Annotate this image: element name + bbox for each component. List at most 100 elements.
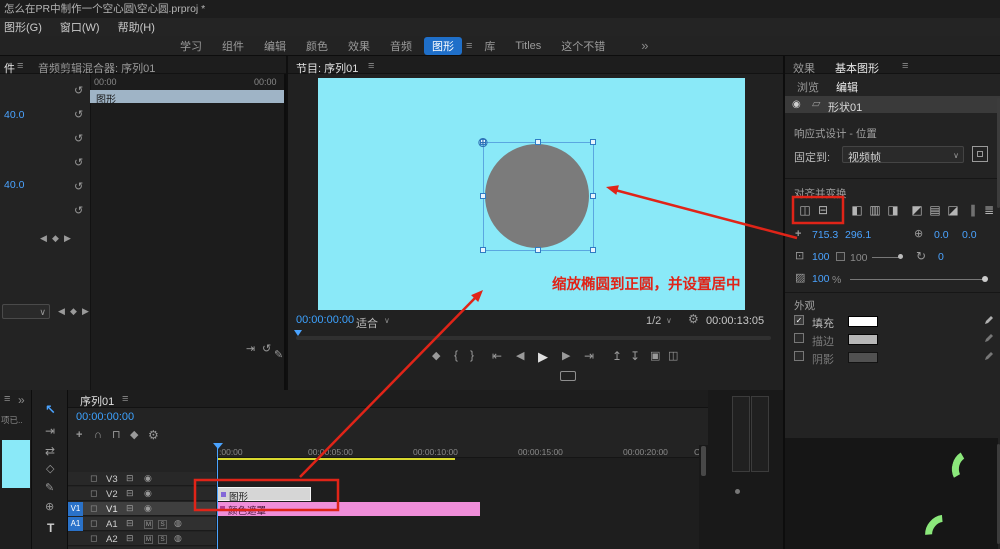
nest-toggle-icon[interactable]: + — [76, 430, 82, 441]
menu-graphics[interactable]: 图形(G) — [4, 19, 42, 35]
uniform-scale-checkbox[interactable] — [836, 252, 845, 261]
voiceover-mic-icon[interactable]: ◍ — [174, 534, 182, 543]
scale-linked-value[interactable]: 100 — [850, 252, 868, 264]
sync-lock-icon[interactable]: ⊟ — [126, 504, 134, 513]
mark-in-icon[interactable]: { — [454, 349, 458, 361]
tab-program-monitor[interactable]: 节目: 序列01 — [296, 60, 358, 76]
opacity-value[interactable]: 100 — [812, 274, 830, 285]
source-patch[interactable] — [68, 487, 83, 501]
align-vertical-center-button[interactable]: ⊟ — [815, 202, 831, 218]
panel-menu-icon[interactable]: ≡ — [902, 60, 908, 72]
workspace-tab-assembly[interactable]: 组件 — [214, 37, 252, 55]
pin-to-edges-icon[interactable] — [972, 146, 988, 162]
layer-visibility-eye-icon[interactable]: ◉ — [792, 99, 801, 110]
panel-menu-icon[interactable]: ≡ — [17, 60, 23, 72]
type-tool-icon[interactable]: T — [47, 521, 54, 535]
track-name[interactable]: V1 — [106, 504, 118, 515]
position-x-value[interactable]: 715.3 — [812, 230, 838, 241]
panel-overflow-icon[interactable]: » — [18, 393, 25, 407]
track-select-tool-icon[interactable]: ⇥ — [45, 425, 55, 437]
shadow-color-swatch[interactable] — [848, 352, 878, 363]
opacity-slider-knob[interactable] — [982, 276, 988, 282]
ripple-edit-tool-icon[interactable]: ⇄ — [45, 445, 55, 457]
track-name[interactable]: V3 — [106, 474, 118, 485]
scrollbar-thumb[interactable] — [701, 446, 706, 476]
selection-handle[interactable] — [480, 193, 486, 199]
param-value-1[interactable]: 40.0 — [4, 110, 24, 121]
align-center-button[interactable]: ▥ — [867, 202, 883, 218]
tab-effect-controls[interactable]: 件 — [4, 60, 15, 76]
workspace-overflow-icon[interactable]: » — [641, 38, 648, 53]
track-lock-icon[interactable]: ◻ — [90, 489, 97, 498]
track-visibility-eye-icon[interactable]: ◉ — [144, 489, 152, 498]
reset-param-icon[interactable]: ↺ — [74, 206, 83, 217]
keyframe-add-icon[interactable]: ◆ — [52, 234, 59, 243]
distribute-vertical-button[interactable]: ≣ — [981, 202, 997, 218]
align-right-button[interactable]: ◨ — [885, 202, 901, 218]
align-horizontal-center-button[interactable]: ◫ — [797, 202, 813, 218]
comparison-view-icon[interactable]: ◫ — [668, 351, 678, 362]
workspace-tab-graphics[interactable]: 图形 — [424, 36, 462, 55]
pin-to-dropdown[interactable]: 视频帧 ∨ — [842, 146, 964, 164]
keyframe-next-icon[interactable]: ▶ — [82, 307, 89, 316]
chevron-down-icon[interactable]: ∨ — [384, 316, 390, 325]
anchor-y-value[interactable]: 0.0 — [962, 230, 977, 241]
razor-tool-icon[interactable]: ◇ — [46, 464, 54, 475]
sync-lock-icon[interactable]: ⊟ — [126, 534, 134, 543]
reset-param-icon[interactable]: ↺ — [74, 86, 83, 97]
zoom-level-dropdown[interactable]: 适合 — [356, 315, 378, 331]
reset-param-icon[interactable]: ↺ — [74, 158, 83, 169]
selection-bounding-box[interactable] — [483, 142, 594, 251]
linked-selection-icon[interactable]: ⊓ — [112, 430, 121, 441]
program-playhead[interactable] — [294, 330, 302, 336]
shadow-checkbox[interactable] — [794, 351, 804, 361]
add-marker-icon[interactable]: ◆ — [130, 430, 138, 441]
workspace-tab-effects[interactable]: 效果 — [340, 37, 378, 55]
track-lock-icon[interactable]: ◻ — [90, 474, 97, 483]
source-patch[interactable] — [68, 472, 83, 486]
mute-button[interactable]: M — [144, 520, 153, 529]
tab-effects[interactable]: 效果 — [793, 60, 815, 76]
playback-resolution-dropdown[interactable]: 1/2 — [646, 315, 661, 327]
reset-param-icon[interactable]: ↺ — [74, 134, 83, 145]
scale-slider-knob[interactable] — [898, 254, 903, 259]
align-bottom-button[interactable]: ◪ — [945, 202, 961, 218]
keyframe-prev-icon[interactable]: ◀ — [40, 234, 47, 243]
position-y-value[interactable]: 296.1 — [845, 230, 871, 241]
timeline-vscrollbar[interactable] — [699, 445, 708, 549]
reset-icon[interactable]: ↺ — [262, 344, 271, 355]
opacity-slider[interactable] — [850, 279, 986, 280]
layer-name[interactable]: 形状01 — [828, 99, 862, 115]
track-name[interactable]: A1 — [106, 519, 118, 530]
source-patch-v1[interactable]: V1 — [68, 502, 83, 516]
workspace-tab-custom[interactable]: 这个不错 — [553, 37, 613, 55]
selection-handle[interactable] — [535, 139, 541, 145]
voiceover-mic-icon[interactable]: ◍ — [174, 519, 182, 528]
keyframe-next-icon[interactable]: ▶ — [64, 234, 71, 243]
mark-out-icon[interactable]: } — [470, 349, 474, 361]
workspace-tab-titles[interactable]: Titles — [507, 39, 549, 53]
align-left-button[interactable]: ◧ — [849, 202, 865, 218]
eyedropper-icon[interactable] — [984, 332, 995, 343]
selection-handle[interactable] — [590, 247, 596, 253]
tab-sequence[interactable]: 序列01 — [80, 393, 114, 409]
eyedropper-icon[interactable] — [984, 350, 995, 361]
timeline-playhead-caret[interactable] — [213, 443, 223, 449]
sync-lock-icon[interactable]: ⊟ — [126, 474, 134, 483]
snap-icon[interactable]: ∩ — [94, 430, 102, 441]
go-to-out-icon[interactable]: ⇥ — [584, 350, 594, 362]
menu-help[interactable]: 帮助(H) — [118, 19, 155, 35]
program-timecode[interactable]: 00:00:00:00 — [296, 314, 354, 326]
add-marker-icon[interactable]: ◆ — [432, 351, 440, 362]
chevron-down-icon[interactable]: ∨ — [666, 316, 672, 325]
workspace-tab-editing[interactable]: 编辑 — [256, 37, 294, 55]
source-patch[interactable] — [68, 532, 83, 546]
panel-menu-icon[interactable]: ≡ — [368, 60, 374, 72]
timeline-timecode[interactable]: 00:00:00:00 — [76, 411, 134, 423]
play-around-icon[interactable]: ⇥ — [246, 344, 255, 355]
export-frame-icon[interactable]: ▣ — [650, 351, 660, 362]
workspace-menu-icon[interactable]: ≡ — [466, 40, 472, 52]
stroke-checkbox[interactable] — [794, 333, 804, 343]
fill-color-swatch[interactable] — [848, 316, 878, 327]
keyframe-prev-icon[interactable]: ◀ — [58, 307, 65, 316]
